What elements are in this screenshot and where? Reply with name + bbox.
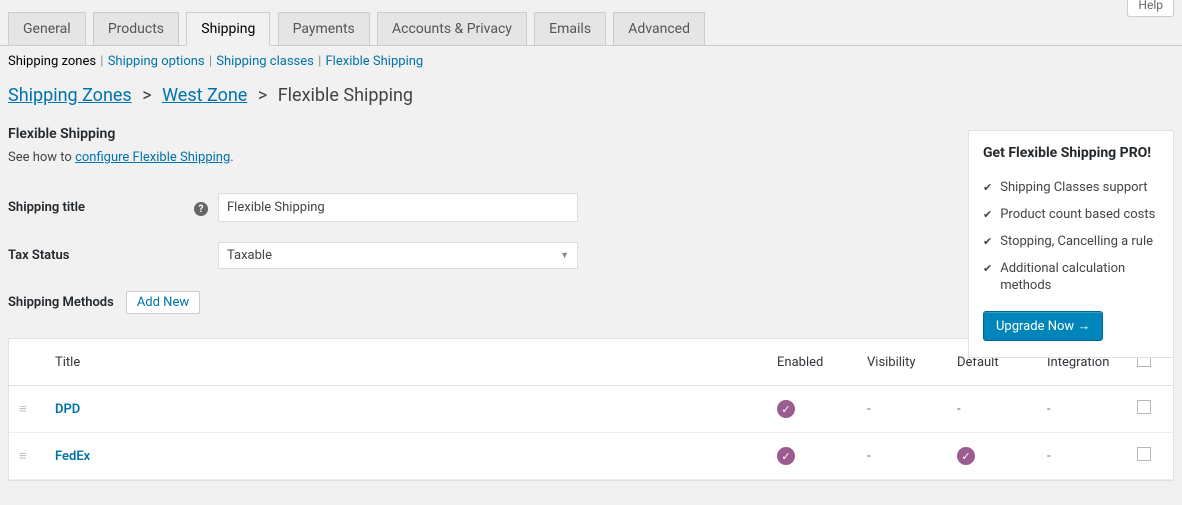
feature-text: Product count based costs [1000,207,1155,224]
col-title-header[interactable]: Title [45,339,767,386]
tab-advanced[interactable]: Advanced [613,12,705,45]
tab-emails[interactable]: Emails [534,12,606,45]
help-button[interactable]: Help [1127,0,1174,17]
shipping-title-label: Shipping title [8,200,85,215]
feature-item: Shipping Classes support [983,175,1159,202]
breadcrumb-current: Flexible Shipping [278,85,413,106]
feature-item: Product count based costs [983,202,1159,229]
tax-status-select[interactable]: Taxable ▼ [218,242,578,269]
col-drag [9,339,45,386]
integration-value: - [1047,402,1051,417]
table-row: ≡ DPD ✓ - - - [9,386,1173,433]
row-checkbox[interactable] [1137,447,1151,461]
shipping-methods-label: Shipping Methods [8,295,114,310]
settings-tabs: General Products Shipping Payments Accou… [0,0,1182,46]
subtab-flexible-shipping[interactable]: Flexible Shipping [326,54,424,69]
method-link-fedex[interactable]: FedEx [55,449,90,464]
tab-products[interactable]: Products [93,12,179,45]
breadcrumb-shipping-zones[interactable]: Shipping Zones [8,85,132,106]
tab-shipping[interactable]: Shipping [186,12,270,46]
shipping-methods-table: Title Enabled Visibility Default Integra… [8,338,1174,481]
enabled-check-icon[interactable]: ✓ [777,447,795,465]
add-new-button[interactable]: Add New [126,291,200,314]
subtab-shipping-options[interactable]: Shipping options [108,54,205,69]
tax-status-label: Tax Status [8,248,69,263]
help-icon[interactable]: ? [194,202,208,216]
default-check-icon[interactable]: ✓ [957,447,975,465]
upgrade-now-button[interactable]: Upgrade Now → [983,311,1103,341]
tax-status-value: Taxable [227,248,272,263]
shipping-subtabs: Shipping zones | Shipping options | Ship… [0,46,1182,77]
col-visibility-header[interactable]: Visibility [857,339,947,386]
shipping-title-input[interactable] [218,193,578,222]
chevron-down-icon: ▼ [560,250,569,261]
upgrade-card-title: Get Flexible Shipping PRO! [983,145,1159,161]
col-enabled-header[interactable]: Enabled [767,339,857,386]
visibility-value: - [867,449,871,464]
row-checkbox[interactable] [1137,400,1151,414]
integration-value: - [1047,449,1051,464]
tab-payments[interactable]: Payments [278,12,370,45]
enabled-check-icon[interactable]: ✓ [777,400,795,418]
visibility-value: - [867,402,871,417]
method-link-dpd[interactable]: DPD [55,402,80,417]
feature-item: Stopping, Cancelling a rule [983,229,1159,256]
configure-link[interactable]: configure Flexible Shipping [75,150,230,165]
tab-accounts-privacy[interactable]: Accounts & Privacy [377,12,527,45]
tab-general[interactable]: General [8,12,86,45]
feature-text: Stopping, Cancelling a rule [1000,234,1153,251]
feature-item: Additional calculation methods [983,256,1159,300]
feature-text: Additional calculation methods [1000,261,1159,295]
breadcrumb-west-zone[interactable]: West Zone [162,85,247,106]
drag-handle-icon[interactable]: ≡ [9,433,45,480]
upgrade-card: Get Flexible Shipping PRO! Shipping Clas… [968,130,1174,358]
table-row: ≡ FedEx ✓ - ✓ - [9,433,1173,480]
breadcrumb-separator: > [252,85,273,106]
configure-prefix: See how to [8,150,75,165]
breadcrumb-separator: > [136,85,157,106]
configure-suffix: . [230,150,233,165]
drag-handle-icon[interactable]: ≡ [9,386,45,433]
breadcrumb: Shipping Zones > West Zone > Flexible Sh… [0,77,1182,108]
subtab-shipping-classes[interactable]: Shipping classes [216,54,314,69]
subtab-shipping-zones[interactable]: Shipping zones [8,54,96,69]
subtab-separator: | [317,54,325,69]
feature-text: Shipping Classes support [1000,180,1147,197]
subtab-separator: | [99,54,107,69]
default-value: - [957,402,961,417]
